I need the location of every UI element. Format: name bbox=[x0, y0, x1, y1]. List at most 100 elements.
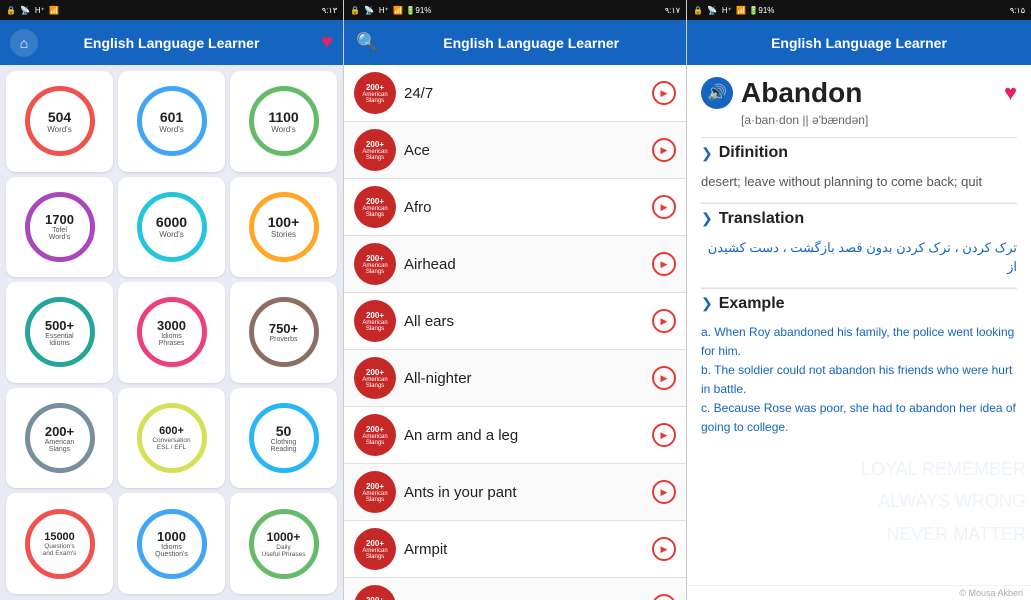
phonetic-text: [a·ban·don || ə'bændən] bbox=[741, 113, 1017, 127]
definition-body: desert; leave without planning to come b… bbox=[701, 168, 1017, 203]
list-item-7[interactable]: 200+ American Slangs Ants in your pant ▶ bbox=[344, 464, 686, 521]
panel3-content: 🔊 Abandon ♥ [a·ban·don || ə'bændən] ❯ Di… bbox=[687, 65, 1031, 585]
badge-2: 200+ American Slangs bbox=[354, 186, 396, 228]
panel3-header: English Language Learner bbox=[687, 20, 1031, 65]
list-item-9[interactable]: 200+ American Slangs At the end of your … bbox=[344, 578, 686, 600]
grid-item-8[interactable]: 750+ Proverbs bbox=[230, 282, 337, 383]
status-right-1: ۹:۱۳ bbox=[322, 6, 337, 15]
badge-5: 200+ American Slangs bbox=[354, 357, 396, 399]
grid-item-7[interactable]: 3000 IdiomsPhrases bbox=[118, 282, 225, 383]
grid-item-13[interactable]: 1000 IdiomsQuestion's bbox=[118, 493, 225, 594]
word-header: 🔊 Abandon ♥ bbox=[701, 77, 1017, 109]
translation-title: Translation bbox=[719, 210, 804, 228]
grid-item-10[interactable]: 600+ ConversationESL / EFL bbox=[118, 388, 225, 489]
list-item-3[interactable]: 200+ American Slangs Airhead ▶ bbox=[344, 236, 686, 293]
search-icon[interactable]: 🔍 bbox=[356, 32, 378, 53]
list-item-1[interactable]: 200+ American Slangs Ace ▶ bbox=[344, 122, 686, 179]
grid-item-14[interactable]: 1000+ DailyUseful Phrases bbox=[230, 493, 337, 594]
badge-4: 200+ American Slangs bbox=[354, 300, 396, 342]
grid-num-6: 500+ bbox=[45, 318, 74, 333]
screen3: 🔒 📡 H⁺ 📶 🔋91% ۹:۱۵ English Language Lear… bbox=[687, 0, 1031, 600]
grid-item-6[interactable]: 500+ EssentialIdioms bbox=[6, 282, 113, 383]
grid-label-2: Word's bbox=[271, 125, 296, 134]
panel2-list: beyond better always remember different … bbox=[344, 65, 686, 600]
grid-num-4: 6000 bbox=[156, 214, 187, 230]
badge-7: 200+ American Slangs bbox=[354, 471, 396, 513]
panel3-footer: © Mousa Akberi bbox=[687, 585, 1031, 600]
example-body: a. When Roy abandoned his family, the po… bbox=[701, 319, 1017, 446]
grid-label-9: AmericanSlangs bbox=[45, 439, 75, 453]
play-btn-3[interactable]: ▶ bbox=[652, 252, 676, 276]
badge-3: 200+ American Slangs bbox=[354, 243, 396, 285]
list-label-7: Ants in your pant bbox=[404, 484, 644, 501]
grid-label-0: Word's bbox=[47, 125, 72, 134]
status-bar-2: 🔒 📡 H⁺ 📶 🔋91% ۹:۱۷ bbox=[344, 0, 686, 20]
play-btn-1[interactable]: ▶ bbox=[652, 138, 676, 162]
favorite-icon-1[interactable]: ♥ bbox=[321, 31, 333, 54]
grid-label-11: ClothingReading bbox=[270, 439, 296, 453]
grid-num-7: 3000 bbox=[157, 318, 186, 333]
list-label-1: Ace bbox=[404, 142, 644, 159]
grid-item-11[interactable]: 50 ClothingReading bbox=[230, 388, 337, 489]
panel3-title: English Language Learner bbox=[771, 35, 947, 51]
play-btn-8[interactable]: ▶ bbox=[652, 537, 676, 561]
list-item-6[interactable]: 200+ American Slangs An arm and a leg ▶ bbox=[344, 407, 686, 464]
status-left-2: 🔒 📡 H⁺ 📶 🔋91% bbox=[350, 6, 431, 15]
play-btn-6[interactable]: ▶ bbox=[652, 423, 676, 447]
play-btn-2[interactable]: ▶ bbox=[652, 195, 676, 219]
status-left-3: 🔒 📡 H⁺ 📶 🔋91% bbox=[693, 6, 774, 15]
grid-num-12: 15000 bbox=[44, 531, 75, 543]
example-section-row[interactable]: ❯ Example bbox=[701, 288, 1017, 319]
grid-item-1[interactable]: 601 Word's bbox=[118, 71, 225, 172]
screen2: 🔒 📡 H⁺ 📶 🔋91% ۹:۱۷ 🔍 English Language Le… bbox=[343, 0, 687, 600]
grid-label-12: Question'sand Exam's bbox=[43, 543, 77, 557]
badge-1: 200+ American Slangs bbox=[354, 129, 396, 171]
grid-item-9[interactable]: 200+ AmericanSlangs bbox=[6, 388, 113, 489]
grid-item-12[interactable]: 15000 Question'sand Exam's bbox=[6, 493, 113, 594]
status-left-1: 🔒 📡 H⁺ 📶 bbox=[6, 6, 59, 15]
grid-num-10: 600+ bbox=[159, 425, 184, 437]
list-label-2: Afro bbox=[404, 199, 644, 216]
grid-num-3: 1700 bbox=[45, 212, 74, 227]
grid-label-3: TofelWord's bbox=[49, 227, 70, 241]
grid-num-5: 100+ bbox=[268, 214, 300, 230]
badge-0: 200+ American Slangs bbox=[354, 72, 396, 114]
play-btn-4[interactable]: ▶ bbox=[652, 309, 676, 333]
grid-item-2[interactable]: 1100 Word's bbox=[230, 71, 337, 172]
panel2-title: English Language Learner bbox=[388, 35, 674, 51]
status-bar-1: 🔒 📡 H⁺ 📶 ۹:۱۳ bbox=[0, 0, 343, 20]
grid-item-3[interactable]: 1700 TofelWord's bbox=[6, 177, 113, 278]
panel1-header: ⌂ English Language Learner ♥ bbox=[0, 20, 343, 65]
favorite-icon-3[interactable]: ♥ bbox=[1004, 80, 1017, 106]
badge-9: 200+ American Slangs bbox=[354, 585, 396, 600]
grid-item-5[interactable]: 100+ Stories bbox=[230, 177, 337, 278]
grid-label-6: EssentialIdioms bbox=[45, 333, 73, 347]
speaker-icon[interactable]: 🔊 bbox=[701, 77, 733, 109]
grid-num-8: 750+ bbox=[269, 321, 298, 336]
grid-item-0[interactable]: 504 Word's bbox=[6, 71, 113, 172]
list-item-0[interactable]: 200+ American Slangs 24/7 ▶ bbox=[344, 65, 686, 122]
grid-num-0: 504 bbox=[48, 109, 71, 125]
grid-item-4[interactable]: 6000 Word's bbox=[118, 177, 225, 278]
badge-8: 200+ American Slangs bbox=[354, 528, 396, 570]
definition-title: Difinition bbox=[719, 144, 788, 162]
screen1: 🔒 📡 H⁺ 📶 ۹:۱۳ ⌂ English Language Learner… bbox=[0, 0, 343, 600]
grid-label-7: IdiomsPhrases bbox=[159, 333, 185, 347]
play-btn-0[interactable]: ▶ bbox=[652, 81, 676, 105]
play-btn-9[interactable]: ▶ bbox=[652, 594, 676, 600]
definition-section-row[interactable]: ❯ Difinition bbox=[701, 137, 1017, 168]
translation-section-row[interactable]: ❯ Translation bbox=[701, 203, 1017, 234]
grid-label-8: Proverbs bbox=[269, 336, 297, 343]
list-item-5[interactable]: 200+ American Slangs All-nighter ▶ bbox=[344, 350, 686, 407]
play-btn-7[interactable]: ▶ bbox=[652, 480, 676, 504]
home-icon[interactable]: ⌂ bbox=[10, 29, 38, 57]
grid-label-5: Stories bbox=[271, 230, 296, 239]
grid-num-2: 1100 bbox=[268, 109, 298, 125]
list-item-8[interactable]: 200+ American Slangs Armpit ▶ bbox=[344, 521, 686, 578]
list-item-2[interactable]: 200+ American Slangs Afro ▶ bbox=[344, 179, 686, 236]
play-btn-5[interactable]: ▶ bbox=[652, 366, 676, 390]
list-item-4[interactable]: 200+ American Slangs All ears ▶ bbox=[344, 293, 686, 350]
grid-label-14: DailyUseful Phrases bbox=[261, 544, 305, 558]
chevron-definition-icon: ❯ bbox=[701, 145, 713, 162]
example-title: Example bbox=[719, 295, 785, 313]
